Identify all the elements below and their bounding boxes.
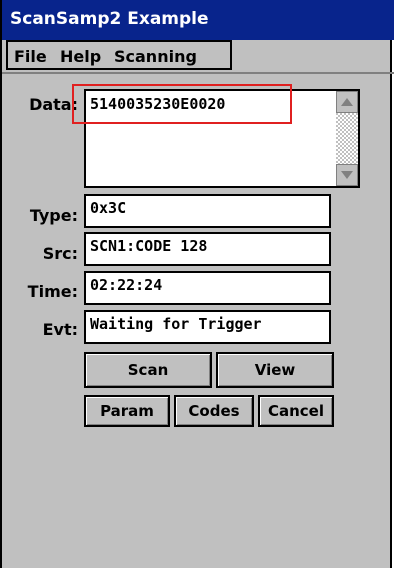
- data-scrollbar[interactable]: [336, 91, 358, 186]
- scan-button[interactable]: Scan: [84, 352, 212, 388]
- scroll-up-button[interactable]: [336, 91, 358, 113]
- arrow-down-icon: [341, 171, 353, 179]
- time-label: Time:: [27, 282, 78, 301]
- type-label: Type:: [29, 206, 78, 225]
- view-button[interactable]: View: [216, 352, 334, 388]
- data-label: Data:: [29, 95, 78, 114]
- evt-label: Evt:: [42, 320, 78, 339]
- window-title: ScanSamp2 Example: [10, 9, 209, 29]
- type-field[interactable]: 0x3C: [84, 194, 331, 228]
- scroll-down-button[interactable]: [336, 164, 358, 186]
- cancel-button[interactable]: Cancel: [258, 395, 334, 427]
- time-field[interactable]: 02:22:24: [84, 271, 331, 305]
- menu-scanning[interactable]: Scanning: [114, 47, 197, 66]
- data-highlight-box: [72, 84, 292, 124]
- codes-button[interactable]: Codes: [174, 395, 254, 427]
- menu-help[interactable]: Help: [60, 47, 101, 66]
- src-field[interactable]: SCN1:CODE 128: [84, 232, 331, 266]
- arrow-up-icon: [341, 98, 353, 106]
- menu-file[interactable]: File: [14, 47, 47, 66]
- app-window: ScanSamp2 Example File Help Scanning Dat…: [0, 0, 394, 568]
- evt-field[interactable]: Waiting for Trigger: [84, 310, 331, 344]
- src-label: Src:: [42, 244, 78, 263]
- param-button[interactable]: Param: [84, 395, 170, 427]
- menu-bar: File Help Scanning: [6, 40, 232, 70]
- menu-separator: [2, 72, 394, 74]
- title-bar: ScanSamp2 Example: [2, 0, 394, 40]
